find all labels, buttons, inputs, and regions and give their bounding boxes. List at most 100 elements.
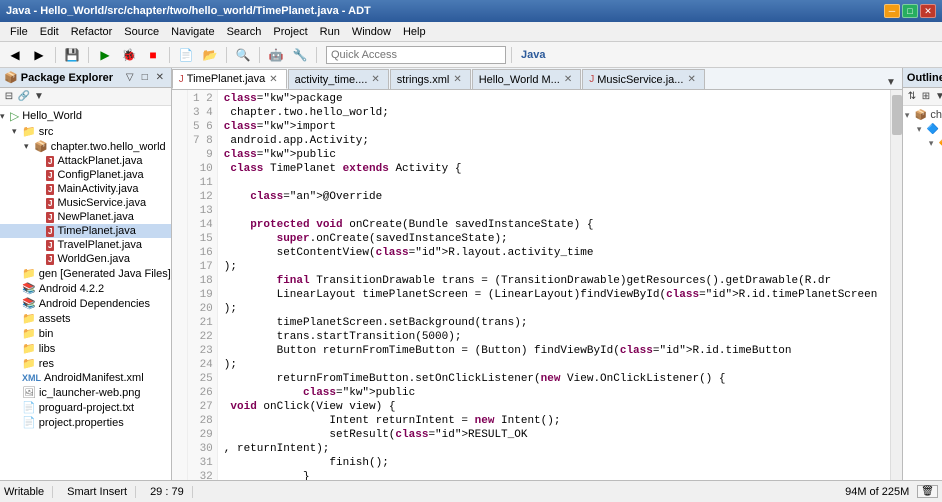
- outline-sort-btn[interactable]: ⇅: [905, 90, 919, 104]
- editor-tabs-menu-btn[interactable]: ▼: [884, 75, 898, 89]
- close-button[interactable]: ✕: [920, 4, 936, 18]
- pe-tree-item[interactable]: ▾📦chapter.two.hello_world: [0, 139, 171, 154]
- menu-navigate[interactable]: Navigate: [165, 25, 220, 39]
- pe-maximize-btn[interactable]: □: [138, 71, 152, 85]
- pe-tree-item[interactable]: 📄proguard-project.txt: [0, 400, 171, 415]
- pe-minimize-btn[interactable]: ▽: [123, 71, 137, 85]
- pe-title: 📦 Package Explorer: [4, 71, 113, 84]
- pe-tree-item[interactable]: ▾📁src: [0, 124, 171, 139]
- toolbar-sdk-btn[interactable]: 🔧: [289, 45, 311, 65]
- editor-tab[interactable]: JTimePlanet.java✕: [172, 69, 287, 89]
- tab-label: activity_time....: [295, 74, 368, 86]
- pe-tree-item[interactable]: JTimePlanet.java: [0, 224, 171, 238]
- status-insert-mode: Smart Insert: [67, 486, 136, 498]
- pe-tree-item[interactable]: 🖼ic_launcher-web.png: [0, 385, 171, 400]
- editor-tab[interactable]: Hello_World M... ✕: [472, 69, 582, 89]
- outline-item[interactable]: ▾🔷TimePlanet: [903, 122, 942, 136]
- pe-tree-item[interactable]: JAttackPlanet.java: [0, 154, 171, 168]
- pe-collapse-btn[interactable]: ⊟: [2, 90, 16, 104]
- tab-label: Hello_World M...: [479, 74, 560, 86]
- menu-project[interactable]: Project: [267, 25, 313, 39]
- editor-tab[interactable]: JMusicService.ja...✕: [582, 69, 705, 89]
- status-gc-btn[interactable]: 🗑: [917, 485, 938, 498]
- tab-close-icon[interactable]: ✕: [687, 74, 695, 85]
- quick-access-input[interactable]: [326, 46, 506, 64]
- outline-item[interactable]: ▾🔶onCreate(Bundle) : void: [903, 136, 942, 150]
- editor-area: JTimePlanet.java✕activity_time....✕strin…: [172, 68, 902, 480]
- pe-tree-item[interactable]: 📄project.properties: [0, 415, 171, 430]
- outline-item[interactable]: 🔶onClick(View) : void: [903, 192, 942, 206]
- pe-close-btn[interactable]: ✕: [153, 71, 167, 85]
- outline-menu-btn[interactable]: ▼: [933, 90, 942, 104]
- menu-window[interactable]: Window: [346, 25, 397, 39]
- toolbar: ◀ ▶ 💾 ▶ 🐞 ■ 📄 📂 🔍 🤖 🔧 Java: [0, 42, 942, 68]
- outline-content[interactable]: ▾📦chapter.two.hello_world▾🔷TimePlanet▾🔶o…: [903, 106, 942, 480]
- toolbar-save-btn[interactable]: 💾: [61, 45, 83, 65]
- outline-item[interactable]: 🔶onClick(View) : void: [903, 164, 942, 178]
- toolbar-back-btn[interactable]: ◀: [4, 45, 26, 65]
- toolbar-stop-btn[interactable]: ■: [142, 45, 164, 65]
- tab-close-icon[interactable]: ✕: [269, 74, 277, 85]
- tab-label: MusicService.ja...: [597, 74, 683, 86]
- menu-source[interactable]: Source: [118, 25, 165, 39]
- toolbar-sep-6: [316, 47, 317, 63]
- toolbar-android-btn[interactable]: 🤖: [265, 45, 287, 65]
- code-editor[interactable]: class="kw">package chapter.two.hello_wor…: [218, 90, 890, 480]
- pe-menu-btn[interactable]: ▼: [32, 90, 46, 104]
- toolbar-search-btn[interactable]: 🔍: [232, 45, 254, 65]
- editor-tabs: JTimePlanet.java✕activity_time....✕strin…: [172, 68, 902, 90]
- outline-item[interactable]: ◇new OnClickListener() {...}: [903, 178, 942, 192]
- menu-file[interactable]: File: [4, 25, 34, 39]
- editor-scrollbar[interactable]: [890, 90, 902, 480]
- pe-tree-item[interactable]: JWorldGen.java: [0, 252, 171, 266]
- tab-close-icon[interactable]: ✕: [564, 74, 572, 85]
- pe-tree-item[interactable]: 📁gen [Generated Java Files]: [0, 266, 171, 281]
- pe-link-btn[interactable]: 🔗: [17, 90, 31, 104]
- toolbar-fwd-btn[interactable]: ▶: [28, 45, 50, 65]
- menu-search[interactable]: Search: [221, 25, 268, 39]
- menu-edit[interactable]: Edit: [34, 25, 65, 39]
- status-memory: 94M of 225M: [845, 486, 909, 498]
- menu-run[interactable]: Run: [314, 25, 346, 39]
- pe-tree-item[interactable]: ▾▷Hello_World: [0, 108, 171, 124]
- pe-tree-item[interactable]: 📁assets: [0, 311, 171, 326]
- toolbar-sep-2: [88, 47, 89, 63]
- pe-tree-item[interactable]: XMLAndroidManifest.xml: [0, 371, 171, 385]
- outline-item[interactable]: ▾📦chapter.two.hello_world: [903, 108, 942, 122]
- pe-tree-item[interactable]: JMainActivity.java: [0, 182, 171, 196]
- outline-toolbar: ⇅ ⊞ ▼: [903, 88, 942, 106]
- outline-item[interactable]: 🔶onClick(View) : void: [903, 220, 942, 234]
- toolbar-new-btn[interactable]: 📄: [175, 45, 197, 65]
- pe-tree-item[interactable]: 📚Android Dependencies: [0, 296, 171, 311]
- editor-tab[interactable]: strings.xml✕: [390, 69, 471, 89]
- toolbar-open-btn[interactable]: 📂: [199, 45, 221, 65]
- pe-tree-item[interactable]: 📁bin: [0, 326, 171, 341]
- pe-tree-item[interactable]: 📚Android 4.2.2: [0, 281, 171, 296]
- pe-tree-item[interactable]: JConfigPlanet.java: [0, 168, 171, 182]
- tab-close-icon[interactable]: ✕: [371, 74, 379, 85]
- menu-help[interactable]: Help: [397, 25, 432, 39]
- title-text: Java - Hello_World/src/chapter/two/hello…: [6, 5, 371, 17]
- perspective-java[interactable]: Java: [521, 49, 545, 61]
- pe-tree-item[interactable]: 📁res: [0, 356, 171, 371]
- pe-tree-item[interactable]: JMusicService.java: [0, 196, 171, 210]
- pe-tree-item[interactable]: JTravelPlanet.java: [0, 238, 171, 252]
- menu-refactor[interactable]: Refactor: [65, 25, 119, 39]
- tab-close-icon[interactable]: ✕: [453, 74, 461, 85]
- minimize-button[interactable]: ─: [884, 4, 900, 18]
- line-numbers: 1 2 3 4 5 6 7 8 9 10 11 12 13 14 15 16 1…: [188, 90, 218, 480]
- maximize-button[interactable]: □: [902, 4, 918, 18]
- toolbar-run-btn[interactable]: ▶: [94, 45, 116, 65]
- pe-tree-item[interactable]: 📁libs: [0, 341, 171, 356]
- scrollbar-thumb[interactable]: [892, 95, 902, 135]
- pe-tree-item[interactable]: JNewPlanet.java: [0, 210, 171, 224]
- window-controls: ─ □ ✕: [884, 4, 936, 18]
- outline-item[interactable]: ◇new OnClickListener() {...}: [903, 206, 942, 220]
- pe-content[interactable]: ▾▷Hello_World▾📁src▾📦chapter.two.hello_wo…: [0, 106, 171, 480]
- outline-filter-btn[interactable]: ⊞: [919, 90, 933, 104]
- outline-panel: Outline ▽ □ ✕ ⇅ ⊞ ▼ ▾📦chapter.two.hello_…: [902, 68, 942, 480]
- outline-item[interactable]: ◇new OnClickListener() {...}: [903, 150, 942, 164]
- toolbar-debug-btn[interactable]: 🐞: [118, 45, 140, 65]
- toolbar-sep-5: [259, 47, 260, 63]
- editor-tab[interactable]: activity_time....✕: [288, 69, 389, 89]
